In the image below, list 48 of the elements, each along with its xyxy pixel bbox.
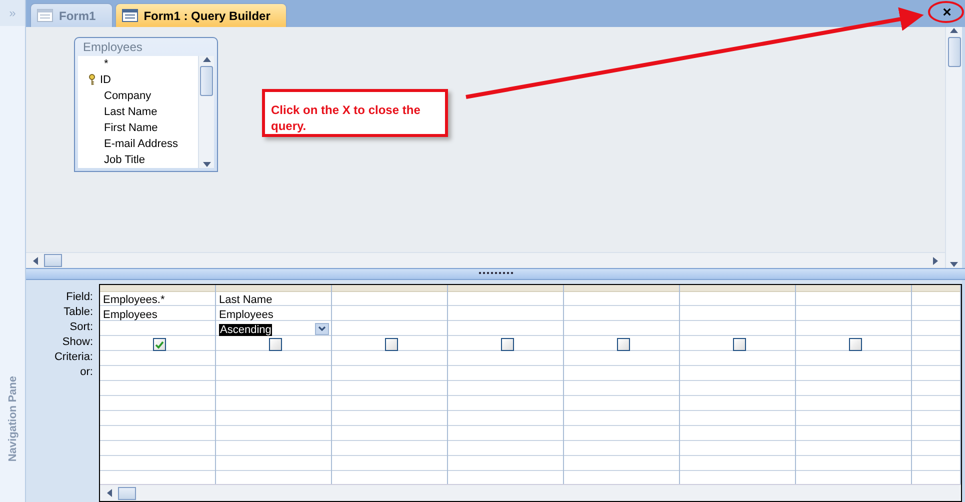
scroll-right-icon[interactable]	[931, 256, 939, 264]
field-name[interactable]: Company	[104, 90, 152, 102]
row-label: Show:	[62, 335, 93, 350]
row-label: Criteria:	[54, 350, 93, 365]
row-label: Field:	[66, 290, 93, 305]
query-icon	[122, 9, 138, 22]
checkbox[interactable]	[732, 338, 746, 351]
close-button[interactable]: ×	[937, 4, 957, 22]
scroll-thumb[interactable]	[200, 66, 213, 96]
field-name[interactable]: Last Name	[104, 106, 158, 118]
row-label: or:	[80, 365, 93, 380]
vertical-scrollbar[interactable]	[945, 27, 962, 268]
table-title: Employees	[82, 39, 144, 56]
annotation-circle	[928, 1, 964, 23]
checkbox[interactable]	[152, 338, 166, 351]
scroll-thumb[interactable]	[948, 37, 960, 67]
checkbox[interactable]	[268, 338, 282, 351]
table-cell[interactable]: Employees.*	[103, 294, 165, 306]
field-name[interactable]: Job Title	[104, 154, 145, 166]
table-cell[interactable]: Ascending	[219, 324, 272, 336]
scroll-down-icon[interactable]	[202, 160, 210, 168]
form-icon	[37, 9, 53, 22]
callout-note: Click on the X to close the query.	[262, 89, 448, 137]
checkbox[interactable]	[616, 338, 630, 351]
horizontal-scrollbar[interactable]	[100, 484, 961, 501]
checkbox[interactable]	[848, 338, 862, 351]
scroll-thumb[interactable]	[118, 486, 136, 500]
navigation-pane-label: Navigation Pane	[6, 376, 18, 462]
scroll-left-icon[interactable]	[32, 256, 40, 264]
scroll-up-icon[interactable]	[202, 56, 210, 64]
dropdown-button[interactable]	[315, 323, 329, 335]
scroll-left-icon[interactable]	[106, 489, 114, 497]
document-tab[interactable]: Form1 : Query Builder	[114, 3, 288, 27]
row-label: Sort:	[70, 320, 93, 335]
row-label: Table:	[64, 305, 93, 320]
table-cell[interactable]: Employees	[103, 308, 158, 320]
horizontal-scrollbar[interactable]	[26, 252, 945, 268]
scroll-thumb[interactable]	[44, 254, 62, 267]
field-name[interactable]: *	[104, 58, 108, 70]
vertical-scrollbar[interactable]	[198, 56, 214, 168]
table-cell[interactable]: Employees	[219, 308, 274, 320]
field-name[interactable]: E-mail Address	[104, 138, 178, 150]
field-name[interactable]: First Name	[104, 122, 158, 134]
checkbox[interactable]	[384, 338, 398, 351]
checkbox[interactable]	[500, 338, 514, 351]
chevron-down-icon	[318, 326, 326, 332]
table-cell[interactable]: Last Name	[219, 294, 272, 306]
field-name[interactable]: ID	[100, 74, 111, 86]
